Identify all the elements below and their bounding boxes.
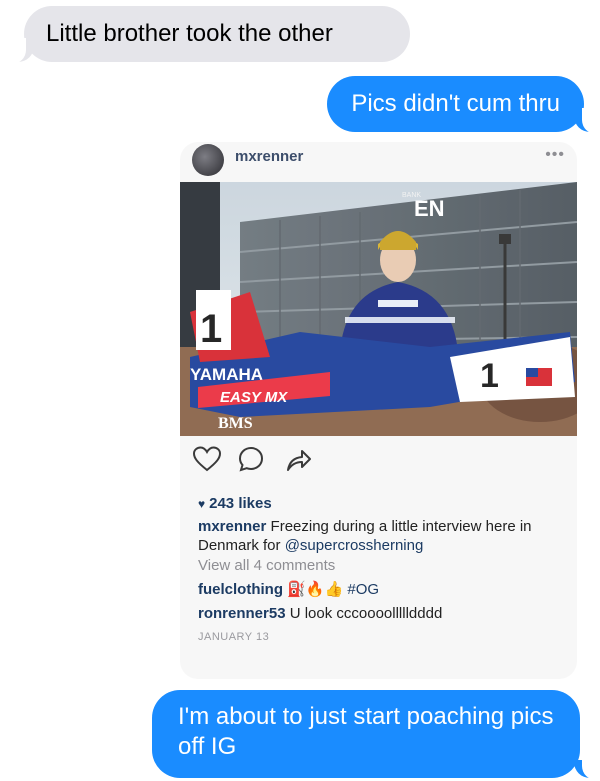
view-all-comments-link[interactable]: View all 4 comments [198,557,335,574]
comment-username[interactable]: ronrenner53 [198,605,286,622]
share-icon[interactable] [284,446,312,472]
likes-text: 243 likes [209,495,272,512]
caption-mention[interactable]: @supercrossherning [285,537,424,554]
heart-icon[interactable] [193,446,221,472]
small-heart-icon: ♥ [198,497,206,511]
message-bubble-received[interactable]: Little brother took the other [24,6,410,62]
comment-row: fuelclothing ⛽🔥👍 #OG [198,580,379,598]
post-caption: mxrenner Freezing during a little interv… [198,517,563,555]
comment-hashtag[interactable]: #OG [347,581,379,598]
post-header: mxrenner ••• [180,142,577,182]
post-actions [180,446,577,476]
comment-emoji: ⛽🔥👍 [283,581,348,598]
post-username[interactable]: mxrenner [235,148,303,165]
likes-count[interactable]: ♥ 243 likes [198,495,272,512]
more-icon[interactable]: ••• [545,146,565,164]
comment-username[interactable]: fuelclothing [198,581,283,598]
avatar[interactable] [192,144,224,176]
post-photo[interactable]: BANK EN 1 1 YAMAHA EASY MX BMS [180,182,577,436]
message-text: I'm about to just start poaching pics of… [178,703,554,760]
post-date: JANUARY 13 [198,631,270,643]
bubble-tail [574,108,600,134]
comment-row: ronrenner53 U look cccoooollllldddd [198,605,442,622]
message-bubble-sent[interactable]: Pics didn't cum thru [327,76,584,132]
bubble-tail [6,38,34,64]
bubble-tail [574,754,600,780]
message-bubble-sent[interactable]: I'm about to just start poaching pics of… [152,690,580,778]
comment-icon[interactable] [238,446,264,472]
message-text: Little brother took the other [46,20,333,47]
message-text: Pics didn't cum thru [351,90,560,117]
instagram-post-card[interactable]: mxrenner ••• BANK EN 1 1 YAMAHA EASY MX … [180,142,577,679]
caption-username[interactable]: mxrenner [198,518,266,535]
comment-text: U look cccoooollllldddd [285,605,443,622]
